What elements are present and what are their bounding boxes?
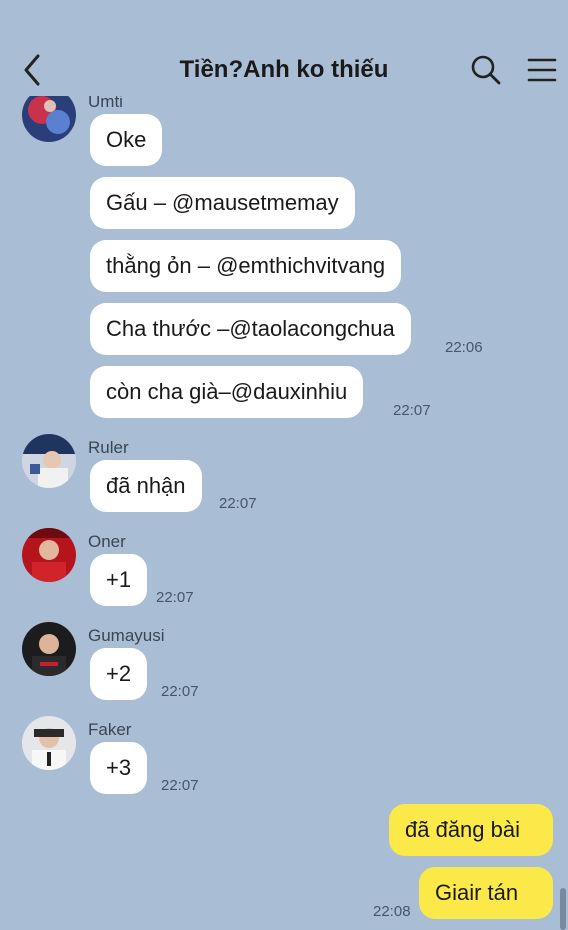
message-time: 22:07 <box>219 495 257 512</box>
my-message-bubble[interactable]: Giair tán <box>419 867 553 919</box>
sender-name: Gumayusi <box>88 626 165 645</box>
message-bubble[interactable]: Oke <box>90 114 163 166</box>
hamburger-menu-icon <box>527 58 557 82</box>
search-icon <box>471 55 501 85</box>
search-button[interactable] <box>468 52 504 88</box>
message-bubble[interactable]: +3 <box>90 742 148 794</box>
sender-name: Faker <box>88 720 132 739</box>
message-time: 22:06 <box>445 339 483 356</box>
message-time: 22:08 <box>373 903 411 920</box>
menu-button[interactable] <box>524 52 560 88</box>
avatar-ruler[interactable] <box>22 434 76 488</box>
avatar-faker[interactable] <box>22 716 76 770</box>
avatar-umti[interactable] <box>22 88 76 142</box>
chat-header: Tiền?Anh ko thiếu <box>0 0 568 96</box>
sender-name: Oner <box>88 532 126 551</box>
avatar-gumayusi[interactable] <box>22 622 76 676</box>
message-bubble[interactable]: Cha thước –@taolacongchua <box>90 303 411 355</box>
message-time: 22:07 <box>156 589 194 606</box>
message-bubble[interactable]: đã nhận <box>90 460 202 512</box>
message-bubble[interactable]: +1 <box>90 554 148 606</box>
message-bubble[interactable]: còn cha già–@dauxinhiu <box>90 366 364 418</box>
message-time: 22:07 <box>161 777 199 794</box>
message-time: 22:07 <box>161 683 199 700</box>
scrollbar[interactable] <box>560 888 566 930</box>
avatar-oner[interactable] <box>22 528 76 582</box>
message-bubble[interactable]: +2 <box>90 648 148 700</box>
message-bubble[interactable]: thằng ỏn – @emthichvitvang <box>90 240 402 292</box>
sender-name: Ruler <box>88 438 129 457</box>
message-time: 22:07 <box>393 402 431 419</box>
my-message-bubble[interactable]: đã đăng bài <box>389 804 553 856</box>
message-bubble[interactable]: Gấu – @mausetmemay <box>90 177 355 229</box>
